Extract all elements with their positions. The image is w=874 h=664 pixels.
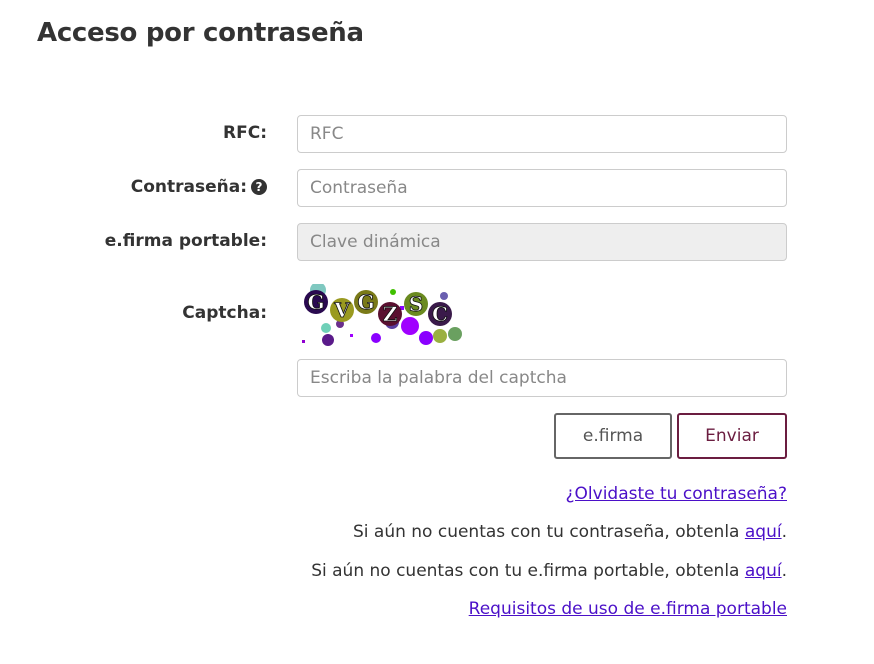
submit-button[interactable]: Enviar bbox=[677, 413, 787, 459]
requirements-line: Requisitos de uso de e.firma portable bbox=[469, 599, 787, 619]
svg-text:G: G bbox=[307, 290, 324, 314]
get-password-link[interactable]: aquí bbox=[745, 522, 782, 542]
page-title: Acceso por contraseña bbox=[37, 18, 364, 48]
forgot-password-link[interactable]: ¿Olvidaste tu contraseña? bbox=[566, 484, 787, 504]
captcha-image: G V G Z S C bbox=[302, 284, 462, 346]
password-label: Contraseña:? bbox=[131, 177, 267, 197]
rfc-input[interactable] bbox=[297, 115, 787, 153]
no-password-text: Si aún no cuentas con tu contraseña, obt… bbox=[352, 522, 745, 542]
rfc-label: RFC: bbox=[223, 123, 267, 143]
svg-text:S: S bbox=[409, 292, 423, 316]
period: . bbox=[781, 522, 787, 542]
no-efirma-text: Si aún no cuentas con tu e.firma portabl… bbox=[311, 561, 745, 581]
svg-text:Z: Z bbox=[383, 302, 398, 326]
efirma-portable-label: e.firma portable: bbox=[104, 231, 267, 251]
get-efirma-link[interactable]: aquí bbox=[745, 561, 782, 581]
question-circle-icon[interactable]: ? bbox=[251, 179, 267, 195]
period: . bbox=[781, 561, 787, 581]
efirma-requirements-link[interactable]: Requisitos de uso de e.firma portable bbox=[469, 599, 787, 619]
svg-text:C: C bbox=[432, 302, 448, 326]
captcha-input[interactable] bbox=[297, 359, 787, 397]
forgot-password-line: ¿Olvidaste tu contraseña? bbox=[566, 484, 787, 504]
captcha-label: Captcha: bbox=[182, 303, 267, 323]
no-efirma-line: Si aún no cuentas con tu e.firma portabl… bbox=[311, 561, 787, 581]
password-input[interactable] bbox=[297, 169, 787, 207]
efirma-button[interactable]: e.firma bbox=[554, 413, 672, 459]
password-label-text: Contraseña: bbox=[130, 177, 247, 197]
svg-text:V: V bbox=[333, 298, 350, 322]
svg-text:G: G bbox=[357, 290, 374, 314]
dynamic-key-input bbox=[297, 223, 787, 261]
no-password-line: Si aún no cuentas con tu contraseña, obt… bbox=[353, 522, 787, 542]
